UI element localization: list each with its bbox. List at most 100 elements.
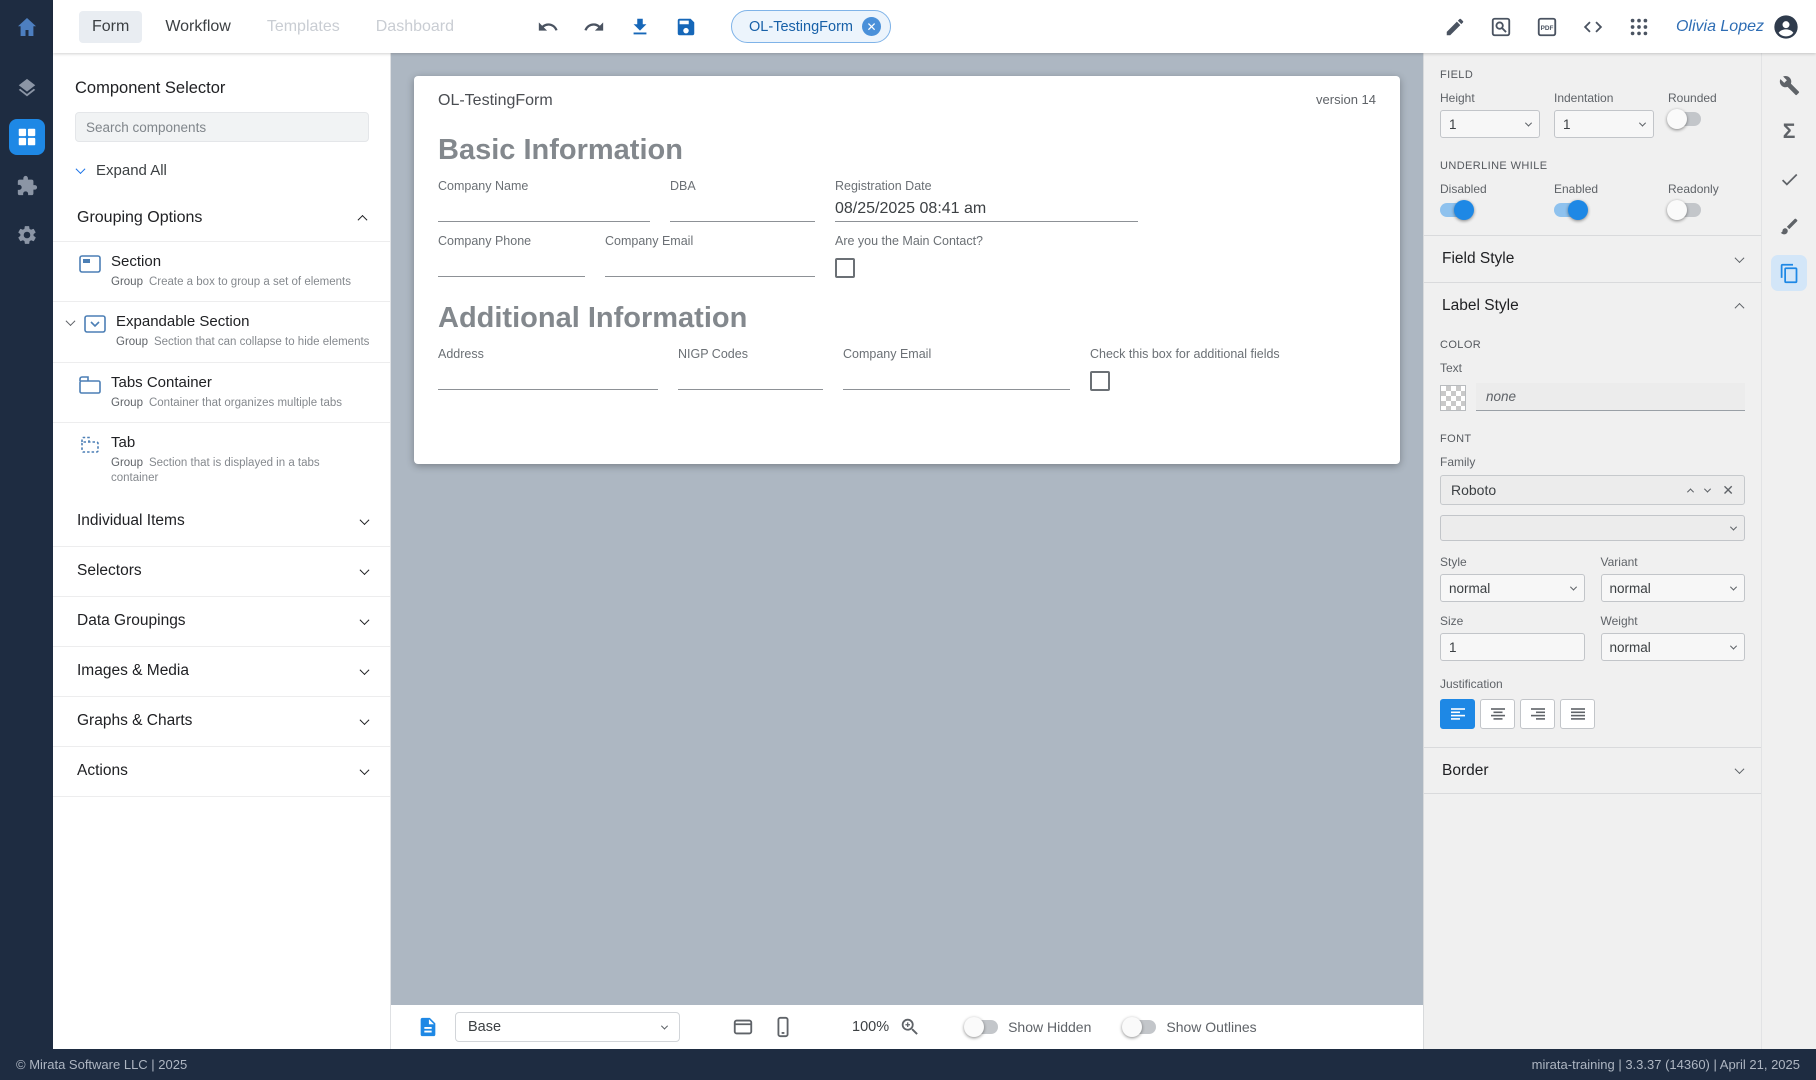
show-hidden-toggle[interactable] — [965, 1020, 998, 1034]
field-additional-checkbox[interactable]: Check this box for additional fields — [1090, 347, 1280, 391]
undo-button[interactable] — [535, 14, 561, 40]
justify-right-button[interactable] — [1520, 699, 1555, 729]
checkbox[interactable] — [1090, 371, 1110, 391]
section-label: Images & Media — [77, 662, 189, 680]
tab-form[interactable]: Form — [79, 11, 142, 43]
chevron-up-icon[interactable] — [1687, 488, 1694, 495]
sidebar-section-graphs-charts[interactable]: Graphs & Charts — [53, 697, 390, 747]
sidebar-section-data-groupings[interactable]: Data Groupings — [53, 597, 390, 647]
text-color-input[interactable] — [1476, 383, 1745, 411]
styles-button[interactable] — [1771, 255, 1807, 291]
puzzle-icon — [16, 175, 38, 197]
avatar-icon — [1772, 13, 1800, 41]
field-input[interactable] — [438, 250, 585, 277]
pdf-button[interactable]: PDF — [1534, 14, 1560, 40]
grouping-options-header[interactable]: Grouping Options — [53, 195, 390, 241]
font-style-value: normal — [1449, 581, 1490, 596]
readonly-toggle[interactable] — [1668, 203, 1701, 217]
zoom-in-icon[interactable] — [899, 1016, 921, 1038]
font-size-input[interactable]: 1 — [1440, 633, 1585, 661]
border-header[interactable]: Border — [1424, 747, 1761, 794]
field-company-email[interactable]: Company Email — [605, 234, 815, 278]
close-icon[interactable]: ✕ — [862, 17, 881, 36]
sidebar-section-actions[interactable]: Actions — [53, 747, 390, 797]
component-item-section[interactable]: Section GroupCreate a box to group a set… — [53, 241, 390, 301]
desktop-view-icon[interactable] — [732, 1016, 754, 1038]
open-form-chip[interactable]: OL-TestingForm ✕ — [731, 10, 891, 43]
border-label: Border — [1442, 762, 1489, 780]
field-input[interactable] — [678, 363, 823, 390]
component-item-tabs-container[interactable]: Tabs Container GroupContainer that organ… — [53, 362, 390, 422]
field-input[interactable] — [670, 195, 815, 222]
indentation-select[interactable]: 1 — [1554, 110, 1654, 138]
home-button[interactable] — [0, 0, 53, 53]
grouping-options-label: Grouping Options — [77, 209, 202, 227]
tools-button[interactable] — [1771, 67, 1807, 103]
validation-button[interactable] — [1771, 161, 1807, 197]
component-item-expandable-section[interactable]: Expandable Section GroupSection that can… — [53, 301, 390, 361]
form-preview-card[interactable]: OL-TestingForm version 14 Basic Informat… — [414, 76, 1400, 464]
field-nigp-codes[interactable]: NIGP Codes — [678, 347, 823, 391]
rounded-toggle[interactable] — [1668, 112, 1701, 126]
height-select[interactable]: 1 — [1440, 110, 1540, 138]
account-button[interactable] — [1772, 13, 1800, 41]
extensions-button[interactable] — [9, 168, 45, 204]
layers-button[interactable] — [9, 70, 45, 106]
apps-button[interactable] — [1626, 14, 1652, 40]
chevron-down-icon — [360, 615, 370, 625]
checkbox[interactable] — [835, 258, 855, 278]
field-company-name[interactable]: Company Name — [438, 179, 650, 222]
sidebar-section-selectors[interactable]: Selectors — [53, 547, 390, 597]
field-input[interactable] — [438, 195, 650, 222]
base-view-select[interactable]: Base — [455, 1012, 680, 1042]
components-button[interactable] — [9, 119, 45, 155]
field-address[interactable]: Address — [438, 347, 658, 391]
expand-all-button[interactable]: Expand All — [53, 142, 390, 195]
clear-icon[interactable]: ✕ — [1722, 483, 1734, 497]
sidebar-section-images-media[interactable]: Images & Media — [53, 647, 390, 697]
disabled-toggle[interactable] — [1440, 203, 1473, 217]
justify-full-button[interactable] — [1560, 699, 1595, 729]
settings-button[interactable] — [9, 217, 45, 253]
font-weight-select[interactable]: normal — [1601, 633, 1746, 661]
font-style-select[interactable]: normal — [1440, 574, 1585, 602]
preview-search-button[interactable] — [1488, 14, 1514, 40]
field-main-contact[interactable]: Are you the Main Contact? — [835, 234, 983, 278]
label-style-header[interactable]: Label Style — [1424, 282, 1761, 329]
brush-button[interactable] — [1771, 208, 1807, 244]
justify-center-button[interactable] — [1480, 699, 1515, 729]
sidebar-section-individual-items[interactable]: Individual Items — [53, 497, 390, 547]
field-dba[interactable]: DBA — [670, 179, 815, 222]
edit-button[interactable] — [1442, 14, 1468, 40]
field-company-email-2[interactable]: Company Email — [843, 347, 1070, 391]
chevron-down-icon[interactable] — [66, 317, 76, 327]
download-button[interactable] — [627, 14, 653, 40]
font-secondary-select[interactable] — [1440, 515, 1745, 541]
redo-button[interactable] — [581, 14, 607, 40]
chevron-down-icon — [360, 665, 370, 675]
font-variant-select[interactable]: normal — [1601, 574, 1746, 602]
canvas-area[interactable]: OL-TestingForm version 14 Basic Informat… — [391, 53, 1423, 1005]
code-button[interactable] — [1580, 14, 1606, 40]
mobile-view-icon[interactable] — [772, 1016, 794, 1038]
field-company-phone[interactable]: Company Phone — [438, 234, 585, 278]
field-registration-date[interactable]: Registration Date 08/25/2025 08:41 am — [835, 179, 1138, 222]
save-button[interactable] — [673, 14, 699, 40]
field-input[interactable] — [843, 363, 1070, 390]
weight-label: Weight — [1601, 614, 1746, 628]
chevron-down-icon — [661, 1022, 668, 1029]
show-outlines-toggle[interactable] — [1123, 1020, 1156, 1034]
tab-workflow[interactable]: Workflow — [152, 11, 244, 43]
search-input[interactable] — [75, 112, 369, 142]
field-input[interactable]: 08/25/2025 08:41 am — [835, 195, 1138, 222]
component-item-tab[interactable]: Tab GroupSection that is displayed in a … — [53, 422, 390, 497]
color-swatch[interactable] — [1440, 385, 1466, 411]
field-input[interactable] — [438, 363, 658, 390]
font-family-combo[interactable]: Roboto ✕ — [1440, 475, 1745, 505]
formulas-button[interactable]: Σ — [1771, 114, 1807, 150]
enabled-toggle[interactable] — [1554, 203, 1587, 217]
justify-left-button[interactable] — [1440, 699, 1475, 729]
chevron-down-icon[interactable] — [1704, 485, 1711, 492]
field-style-header[interactable]: Field Style — [1424, 235, 1761, 282]
field-input[interactable] — [605, 250, 815, 277]
